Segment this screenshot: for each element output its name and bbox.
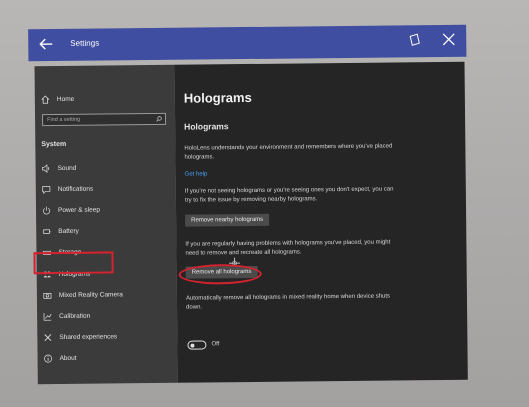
remove-all-description: If you are regularly having problems wit…	[185, 239, 391, 257]
sidebar-item-mixed-reality-camera[interactable]: Mixed Reality Camera	[43, 286, 167, 303]
main-content: Holograms Holograms HoloLens understands…	[174, 61, 468, 383]
window-title: Settings	[70, 38, 100, 48]
calibration-icon	[43, 312, 52, 321]
speaker-icon	[42, 163, 50, 173]
title-bar: Settings	[28, 24, 467, 62]
camera-icon	[43, 292, 52, 299]
sidebar-item-label: Battery	[58, 227, 79, 235]
notification-icon	[42, 185, 51, 194]
sidebar-item-label: Power & sleep	[57, 206, 100, 214]
section-title: Holograms	[184, 121, 229, 132]
info-icon	[44, 354, 53, 363]
sidebar-item-label: Mixed Reality Camera	[58, 290, 123, 299]
sidebar-item-notifications[interactable]: Notifications	[42, 180, 166, 197]
sidebar-item-label: Sound	[57, 164, 77, 172]
auto-remove-toggle[interactable]	[187, 340, 207, 350]
shared-icon	[44, 333, 52, 341]
remove-nearby-button[interactable]: Remove nearby holograms	[185, 213, 270, 227]
nearby-description: If you're not seeing holograms or you're…	[184, 186, 394, 204]
toggle-state-label: Off	[211, 341, 220, 348]
snap-window-icon[interactable]	[408, 33, 421, 46]
sidebar-item-label: Shared experiences	[59, 332, 118, 341]
sidebar: Home Find a setting System Sound Notific…	[34, 64, 178, 385]
sidebar-item-label: Calibration	[59, 312, 91, 320]
page-title: Holograms	[183, 89, 252, 106]
sidebar-item-shared-experiences[interactable]: Shared experiences	[43, 328, 167, 345]
sidebar-item-label: Home	[56, 95, 75, 103]
power-icon	[43, 206, 51, 214]
holograms-highlight-box	[33, 251, 114, 275]
sidebar-item-battery[interactable]: Battery	[42, 222, 166, 239]
close-icon[interactable]	[442, 33, 455, 46]
sidebar-item-about[interactable]: About	[43, 349, 167, 366]
intro-text: HoloLens understands your environment an…	[184, 143, 393, 161]
sidebar-item-home[interactable]: Home	[41, 90, 165, 107]
search-placeholder: Find a setting	[47, 116, 81, 124]
sidebar-item-power-sleep[interactable]: Power & sleep	[42, 201, 166, 218]
back-arrow-icon[interactable]	[38, 36, 54, 52]
toggle-knob	[190, 343, 195, 348]
settings-window: Settings Home Find a setting System Soun…	[28, 24, 470, 390]
sidebar-item-label: About	[59, 354, 77, 362]
sidebar-item-sound[interactable]: Sound	[41, 159, 165, 176]
auto-remove-description: Automatically remove all holograms in mi…	[185, 293, 391, 311]
home-icon	[41, 94, 50, 104]
sidebar-item-label: Notifications	[57, 185, 94, 193]
search-input[interactable]: Find a setting	[42, 112, 167, 127]
search-icon[interactable]	[156, 116, 162, 122]
sidebar-item-calibration[interactable]: Calibration	[43, 307, 167, 324]
get-help-link[interactable]: Get help	[185, 171, 208, 177]
battery-icon	[43, 228, 51, 234]
section-heading: System	[41, 140, 67, 149]
